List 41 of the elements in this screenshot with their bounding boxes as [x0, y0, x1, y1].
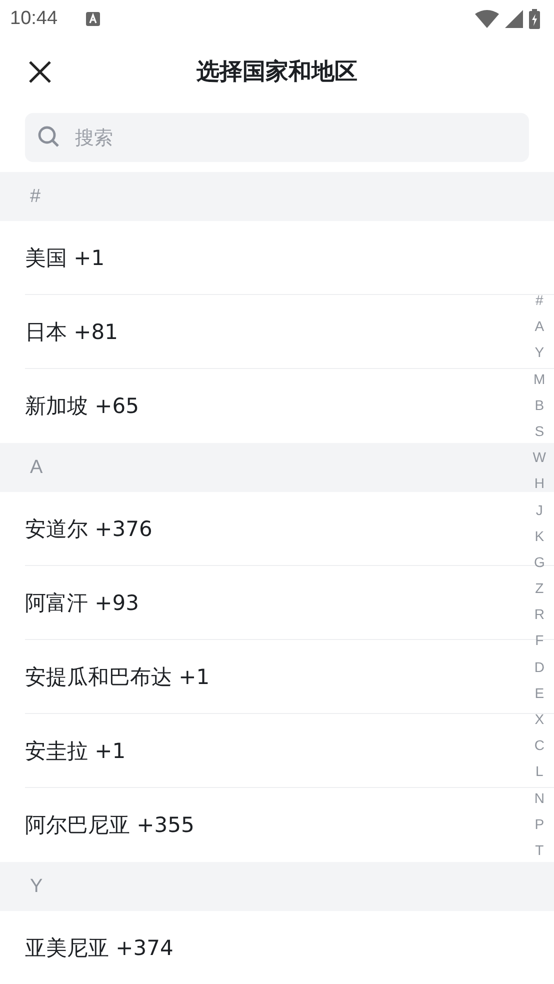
- wifi-icon: [475, 10, 499, 28]
- page-title: 选择国家和地区: [196, 58, 358, 87]
- index-letter[interactable]: M: [534, 366, 546, 392]
- search-field[interactable]: 搜索: [25, 113, 529, 162]
- index-letter[interactable]: T: [535, 836, 544, 864]
- country-item[interactable]: 阿富汗 +93: [25, 588, 139, 616]
- index-letter[interactable]: R: [534, 601, 544, 628]
- index-letter[interactable]: K: [534, 522, 544, 549]
- country-item[interactable]: 安道尔 +376: [25, 514, 152, 542]
- country-item[interactable]: 新加坡 +65: [25, 392, 139, 420]
- index-letter[interactable]: H: [534, 470, 544, 496]
- status-time: 10:44: [10, 8, 58, 30]
- section-letter: A: [30, 456, 43, 478]
- index-letter[interactable]: X: [534, 706, 544, 732]
- index-letter[interactable]: W: [532, 444, 546, 470]
- battery-icon: [529, 9, 540, 29]
- index-letter[interactable]: B: [534, 392, 544, 418]
- index-letter[interactable]: F: [535, 627, 544, 654]
- index-letter[interactable]: Z: [535, 575, 544, 602]
- index-letter[interactable]: G: [534, 548, 545, 576]
- keyboard-notification-icon: [86, 12, 100, 26]
- index-letter[interactable]: D: [534, 654, 544, 680]
- index-letter[interactable]: J: [536, 496, 543, 523]
- index-letter[interactable]: C: [534, 732, 544, 758]
- index-letter[interactable]: L: [535, 758, 544, 785]
- index-letter[interactable]: Y: [534, 339, 544, 366]
- country-item[interactable]: 安圭拉 +1: [25, 736, 126, 764]
- section-letter: #: [30, 186, 41, 208]
- section-letter: Y: [30, 876, 43, 898]
- country-item[interactable]: 亚美尼亚 +374: [25, 934, 174, 962]
- index-letter[interactable]: N: [534, 784, 544, 811]
- index-letter[interactable]: E: [534, 680, 544, 706]
- country-item[interactable]: 美国 +1: [25, 244, 105, 272]
- index-letter[interactable]: #: [535, 287, 544, 314]
- country-item[interactable]: 安提瓜和巴布达 +1: [25, 662, 210, 690]
- country-item[interactable]: 日本 +81: [25, 318, 118, 346]
- country-item[interactable]: 阿尔巴尼亚 +355: [25, 811, 194, 839]
- index-letter[interactable]: A: [534, 313, 544, 340]
- index-letter[interactable]: P: [534, 810, 544, 837]
- signal-icon: [505, 10, 523, 28]
- index-letter[interactable]: S: [534, 418, 544, 444]
